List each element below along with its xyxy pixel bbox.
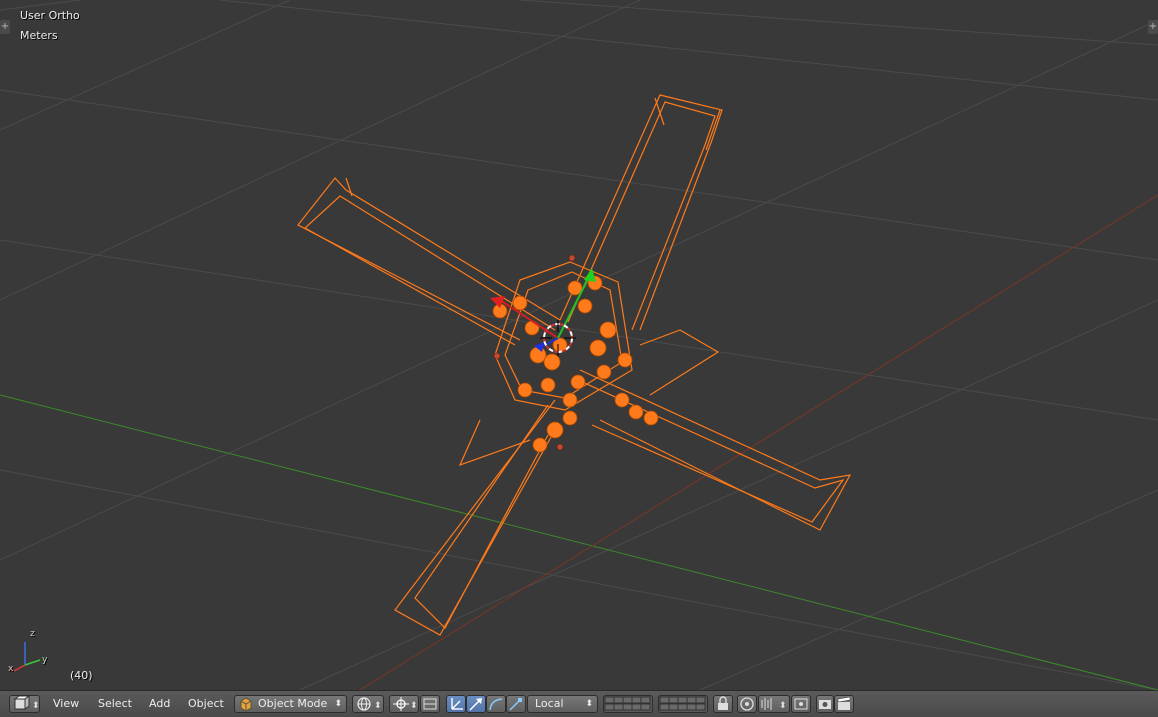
pivot-point-icon: ⬍: [393, 697, 418, 711]
proportional-editing-button[interactable]: [737, 695, 757, 713]
menu-object[interactable]: Object: [188, 697, 224, 710]
rotate-manipulator-button[interactable]: [486, 695, 506, 713]
clapperboard-icon: [837, 696, 851, 710]
scene-canvas[interactable]: [0, 0, 1158, 690]
editor-type-selector[interactable]: ⬍: [9, 695, 40, 713]
units-label: Meters: [20, 29, 58, 42]
snap-increment-icon: ⬍: [761, 698, 787, 711]
object-mode-icon: [240, 697, 252, 712]
frame-number-label: (40): [70, 669, 93, 682]
scene-layers-group-2[interactable]: [658, 695, 708, 713]
opengl-render-image-button[interactable]: [816, 695, 834, 713]
layer-grid-icon: [659, 696, 706, 711]
snap-element-selector[interactable]: ⬍: [758, 695, 790, 713]
transform-orientation-label: Local: [535, 697, 564, 710]
sphere-shading-icon: ⬍: [357, 697, 382, 711]
proportional-edit-icon: [740, 697, 754, 711]
translate-arrow-icon: [469, 698, 482, 711]
gizmo-x-label: x: [8, 664, 14, 674]
pivot-point-selector[interactable]: ⬍: [389, 695, 419, 713]
properties-expand-button[interactable]: +: [1148, 20, 1158, 34]
mode-selector-label: Object Mode: [258, 697, 328, 710]
selected-object-wireframe[interactable]: [297, 94, 852, 636]
tool-shelf-expand-button[interactable]: +: [0, 20, 10, 34]
dropdown-arrows-icon: ⬍: [334, 699, 342, 709]
y-axis-line: [0, 394, 1158, 690]
gizmo-y-label: y: [42, 655, 48, 665]
rotate-arc-icon: [489, 698, 503, 711]
transform-orientation-selector[interactable]: Local ⬍: [527, 695, 598, 713]
manipulator-icon: [451, 698, 463, 710]
viewport-shading-selector[interactable]: ⬍: [352, 695, 384, 713]
view-name-label: User Ortho: [20, 9, 80, 22]
axis-gizmo-icon: [13, 642, 41, 672]
manipulate-center-points-button[interactable]: [420, 695, 440, 713]
lock-layers-button[interactable]: [713, 695, 733, 713]
center-points-icon: [423, 698, 437, 710]
scale-handle-icon: [509, 698, 522, 711]
dropdown-arrows-icon: ⬍: [585, 699, 593, 709]
scene-layers-group-1[interactable]: [603, 695, 653, 713]
svg-text:⬍: ⬍: [374, 701, 382, 711]
manipulator-toggle-button[interactable]: [446, 695, 466, 713]
svg-text:⬍: ⬍: [410, 701, 418, 711]
translate-manipulator-button[interactable]: [466, 695, 486, 713]
mode-selector[interactable]: Object Mode ⬍: [234, 695, 347, 713]
camera-icon: [819, 700, 831, 709]
snap-target-button[interactable]: [791, 695, 811, 713]
lock-icon: [718, 696, 728, 710]
3d-view-icon: ⬍: [13, 695, 40, 711]
layer-grid-icon: [604, 696, 651, 711]
opengl-render-animation-button[interactable]: [834, 695, 854, 713]
svg-text:⬍: ⬍: [779, 701, 787, 711]
x-axis-line: [359, 194, 1158, 690]
gizmo-z-label: z: [30, 629, 35, 639]
3d-view-header: ⬍ View Select Add Object Object Mode ⬍ ⬍…: [0, 690, 1158, 717]
snap-target-icon: [794, 698, 808, 710]
3d-viewport[interactable]: User Ortho Meters (40) z y x + +: [0, 0, 1158, 690]
floor-grid: [0, 0, 1158, 690]
menu-add[interactable]: Add: [149, 697, 170, 710]
menu-view[interactable]: View: [53, 697, 79, 710]
menu-select[interactable]: Select: [98, 697, 132, 710]
scale-manipulator-button[interactable]: [506, 695, 526, 713]
svg-text:⬍: ⬍: [32, 701, 39, 711]
